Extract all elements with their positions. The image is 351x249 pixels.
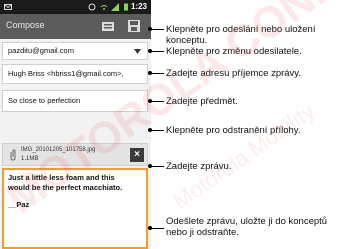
attachment-name: IMG_20101205_101758.jpg xyxy=(21,147,96,153)
callout-remove-attachment: Klepněte pro odstranění přílohy. xyxy=(166,125,301,136)
send-icon[interactable] xyxy=(100,18,116,34)
save-draft-icon[interactable] xyxy=(126,18,142,34)
callout-dot xyxy=(148,226,152,230)
callout-line xyxy=(150,73,164,74)
svg-text:Motorola Mobility: Motorola Mobility xyxy=(169,98,320,214)
phone-screen: 1:23 Compose pazditu@gmail.com Hugh Bris… xyxy=(0,0,151,249)
signature: __Paz xyxy=(8,200,30,209)
sender-value: pazditu@gmail.com xyxy=(8,46,74,55)
message-line: Just a little less foam and this xyxy=(8,173,115,182)
callout-line xyxy=(150,130,164,131)
status-time: 1:23 xyxy=(130,2,147,11)
callout-recipient: Zadejte adresu příjemce zprávy. xyxy=(166,68,301,79)
callout-subject: Zadejte předmět. xyxy=(166,96,238,107)
callout-line xyxy=(150,101,164,102)
callout-dot xyxy=(148,128,152,132)
callout-line xyxy=(150,29,164,30)
subject-field[interactable]: So close to perfection xyxy=(2,90,148,112)
callout-text: nebo ji odstraňte. xyxy=(166,227,239,238)
recipient-value: Hugh Briss <hbriss1@gmail.com>, xyxy=(8,69,124,78)
callout-line xyxy=(150,228,164,229)
email-notification-icon xyxy=(4,4,12,10)
recipient-field[interactable]: Hugh Briss <hbriss1@gmail.com>, xyxy=(2,64,148,84)
battery-icon xyxy=(124,3,128,11)
message-line: would be the perfect macchiato. xyxy=(8,182,123,192)
callout-send-save: Klepněte pro odeslání nebo uložení konce… xyxy=(166,24,315,46)
callout-dot xyxy=(148,49,152,53)
attachment-item: IMG_20101205_101758.jpg 1.1MB × xyxy=(2,143,148,166)
callout-dot xyxy=(148,99,152,103)
subject-value: So close to perfection xyxy=(8,96,81,105)
callout-line xyxy=(150,166,164,167)
callout-dot xyxy=(148,71,152,75)
callout-text: Klepněte pro odeslání nebo uložení xyxy=(166,24,316,35)
callout-line xyxy=(150,51,164,52)
sender-field[interactable]: pazditu@gmail.com xyxy=(2,42,148,60)
remove-attachment-button[interactable]: × xyxy=(130,148,144,162)
callout-text: Odešlete zprávu, uložte ji do konceptů xyxy=(166,216,328,227)
paperclip-icon xyxy=(10,149,16,161)
callout-dot xyxy=(148,27,152,31)
wifi-icon xyxy=(100,5,108,10)
page-title: Compose xyxy=(6,20,45,30)
signal-icon xyxy=(111,3,119,11)
callout-sender: Klepněte pro změnu odesilatele. xyxy=(166,46,302,57)
callout-message: Zadejte zprávu. xyxy=(166,161,232,172)
callout-text: konceptu. xyxy=(166,35,208,46)
sync-icon xyxy=(88,3,96,11)
attachment-size: 1.1MB xyxy=(21,156,39,162)
title-bar: Compose xyxy=(0,14,151,39)
status-bar: 1:23 xyxy=(0,0,151,14)
callout-bottom: Odešlete zprávu, uložte ji do konceptů n… xyxy=(166,216,327,238)
chevron-down-icon[interactable] xyxy=(134,49,141,54)
callout-dot xyxy=(148,164,152,168)
message-body-field[interactable]: Just a little less foam and this would b… xyxy=(2,168,148,249)
